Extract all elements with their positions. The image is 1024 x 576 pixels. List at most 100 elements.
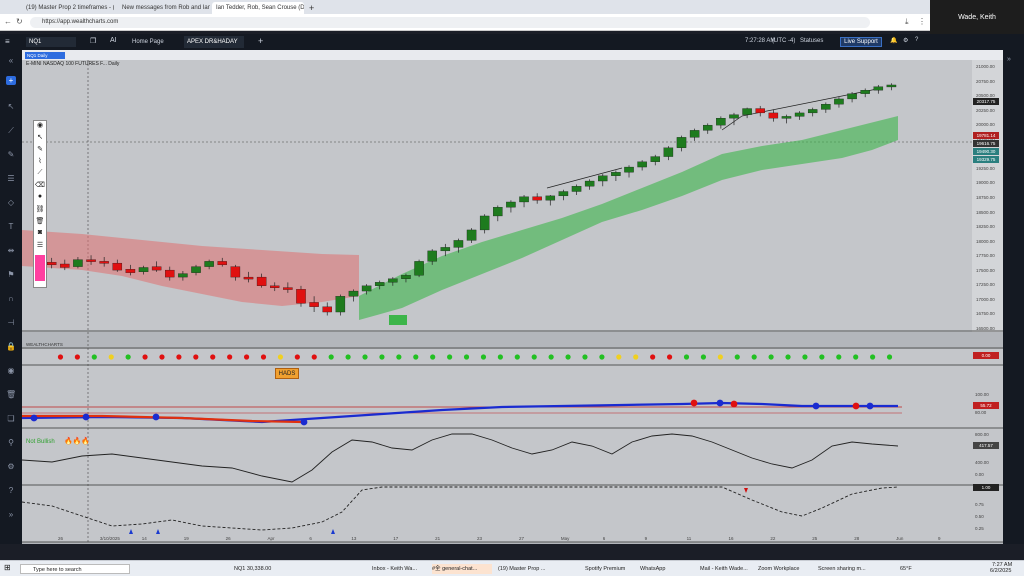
- signal-dot: [666, 354, 673, 360]
- layers-icon[interactable]: ❏: [6, 414, 16, 423]
- browser-tab-1[interactable]: (19) Master Prop 2 timeframes - ( ×: [22, 2, 114, 14]
- hads-label[interactable]: HADS: [275, 368, 299, 379]
- refresh-icon[interactable]: ↻: [16, 17, 23, 26]
- ruler-icon[interactable]: ⊣: [6, 318, 16, 327]
- taskbar-item-screen-sharing[interactable]: Screen sharing m...: [818, 564, 876, 574]
- candle: [689, 130, 700, 138]
- time-axis-label: 22: [770, 536, 776, 541]
- url-input[interactable]: https://app.wealthcharts.com: [30, 17, 870, 28]
- time-axis[interactable]: 26 3/10/2025 14 19 26 Apr 6 13 17 21 23 27 May 6 9 11 16…: [22, 536, 972, 544]
- lock-icon[interactable]: 🔒: [6, 342, 16, 351]
- hamburger-icon[interactable]: ≡: [5, 37, 10, 46]
- signal-dot: [430, 354, 436, 360]
- signal-dot: [260, 354, 267, 360]
- taskbar-clock-date[interactable]: 6/2/2025: [990, 568, 1022, 574]
- gear-icon[interactable]: ⚙: [903, 37, 908, 44]
- palette-eraser-icon[interactable]: ⌫: [34, 181, 46, 193]
- palette-color-swatch[interactable]: [35, 255, 45, 281]
- expand-icon[interactable]: »: [6, 510, 16, 519]
- help-icon-left[interactable]: ?: [6, 486, 16, 495]
- ai-button[interactable]: AI: [110, 37, 117, 44]
- tab-apex[interactable]: APEX DR&HADAY: [184, 36, 244, 48]
- zoom-icon[interactable]: ⚲: [6, 438, 16, 447]
- taskbar-item-mail[interactable]: Mail - Keith Wade...: [700, 564, 756, 574]
- taskbar-item-inbox[interactable]: Inbox - Keith Wa...: [372, 564, 428, 574]
- zoom-participant-tile: Wade, Keith: [930, 0, 1024, 36]
- signal-dot: [277, 354, 284, 360]
- download-icon[interactable]: ⤓: [905, 17, 909, 27]
- signal-dot: [853, 354, 859, 360]
- weather-temp[interactable]: 65°F: [900, 564, 922, 574]
- help-icon[interactable]: ?: [915, 37, 918, 43]
- windows-start-icon[interactable]: ⊞: [4, 563, 11, 573]
- pencil-icon[interactable]: ✎: [6, 150, 16, 159]
- taskbar-item-nq1[interactable]: NQ1 30,338.00: [234, 564, 292, 574]
- tab-home-page[interactable]: Home Page: [132, 37, 182, 47]
- candle: [46, 262, 57, 266]
- palette-brush-icon[interactable]: ⌇: [34, 157, 46, 169]
- hads-dot: [812, 402, 820, 410]
- taskbar-item-master-prop[interactable]: (19) Master Prop ...: [498, 564, 554, 574]
- layout-icon[interactable]: ❐: [90, 37, 96, 45]
- palette-cursor-icon[interactable]: ↖: [34, 133, 46, 145]
- settings-icon[interactable]: ⚙: [6, 462, 16, 471]
- palette-link-icon[interactable]: ⛓: [34, 205, 46, 217]
- taskbar-search[interactable]: Type here to search: [20, 564, 130, 574]
- palette-trash-icon[interactable]: 🗑: [34, 217, 46, 229]
- taskbar-item-spotify[interactable]: Spotify Premium: [585, 564, 635, 574]
- price-axis-label: 18750.00: [976, 195, 995, 200]
- palette-list-icon[interactable]: ☰: [34, 241, 46, 253]
- symbol-input[interactable]: NQ1: [26, 37, 76, 47]
- candle: [178, 273, 188, 278]
- collapse-right-icon[interactable]: »: [1007, 56, 1011, 63]
- price-tag-5: 19329.75: [973, 156, 999, 163]
- add-tab-button[interactable]: +: [258, 36, 263, 46]
- flame-icons: 🔥🔥🔥: [64, 438, 91, 445]
- new-tab-button[interactable]: +: [305, 2, 315, 14]
- bell-icon[interactable]: 🔔: [890, 37, 897, 44]
- candle: [73, 259, 83, 267]
- candle: [309, 302, 319, 307]
- wave-axis-2: 0.50: [975, 514, 984, 519]
- collapse-icon[interactable]: «: [6, 56, 16, 65]
- measure-icon[interactable]: ⇹: [6, 246, 16, 255]
- cursor-icon[interactable]: ↖: [6, 102, 16, 111]
- panel-symbol-tag[interactable]: NQ1 Daily: [25, 52, 65, 59]
- price-axis-label: 20000.00: [976, 122, 995, 128]
- timezone[interactable]: (UTC -4): [772, 38, 795, 44]
- time-axis-label: 21: [435, 536, 441, 541]
- palette-camera-icon[interactable]: ◙: [34, 229, 46, 241]
- hads-dot: [300, 418, 308, 426]
- candle: [821, 104, 831, 110]
- osc-panel-bg: [22, 428, 1003, 485]
- browser-tab-3[interactable]: Ian Tedder, Rob, Sean Crouse (DM) ×: [212, 2, 304, 14]
- eye-icon[interactable]: ◉: [6, 366, 16, 375]
- osc-axis-2: 400.00: [975, 460, 989, 465]
- palette-line-icon[interactable]: ⟋: [34, 169, 46, 181]
- taskbar-item-general-chat[interactable]: #全 general-chat...: [432, 564, 492, 574]
- add-icon[interactable]: +: [6, 76, 16, 85]
- price-axis-label: 17500.00: [976, 267, 995, 273]
- status-menu[interactable]: Statuses: [800, 38, 823, 44]
- alert-icon[interactable]: ⚑: [6, 270, 16, 279]
- palette-pen-icon[interactable]: ✎: [34, 145, 46, 157]
- shapes-icon[interactable]: ◇: [6, 198, 16, 207]
- candle: [99, 261, 109, 264]
- back-icon[interactable]: ←: [4, 17, 12, 26]
- magnet-icon[interactable]: ∩: [6, 294, 16, 303]
- palette-dot-icon[interactable]: ●: [34, 193, 46, 205]
- chart-canvas[interactable]: [22, 50, 1003, 544]
- chart-area[interactable]: NQ1 Daily E-MINI NASDAQ 100 FUTURES F...…: [22, 50, 1003, 544]
- live-support-button[interactable]: Live Support: [840, 37, 882, 47]
- palette-eye-icon[interactable]: ◉: [34, 121, 46, 133]
- fib-icon[interactable]: ☰: [6, 174, 16, 183]
- signal-dot: [108, 354, 114, 360]
- taskbar-item-whatsapp[interactable]: WhatsApp: [640, 564, 680, 574]
- trash-icon[interactable]: 🗑: [6, 390, 16, 399]
- taskbar-item-zoom[interactable]: Zoom Workplace: [758, 564, 810, 574]
- browser-tab-2[interactable]: New messages from Rob and Ian ×: [118, 2, 210, 14]
- trendline-icon[interactable]: ⟋: [6, 126, 16, 135]
- signal-dot: [531, 354, 537, 360]
- text-icon[interactable]: T: [6, 222, 16, 231]
- menu-icon[interactable]: ⋮: [918, 17, 926, 26]
